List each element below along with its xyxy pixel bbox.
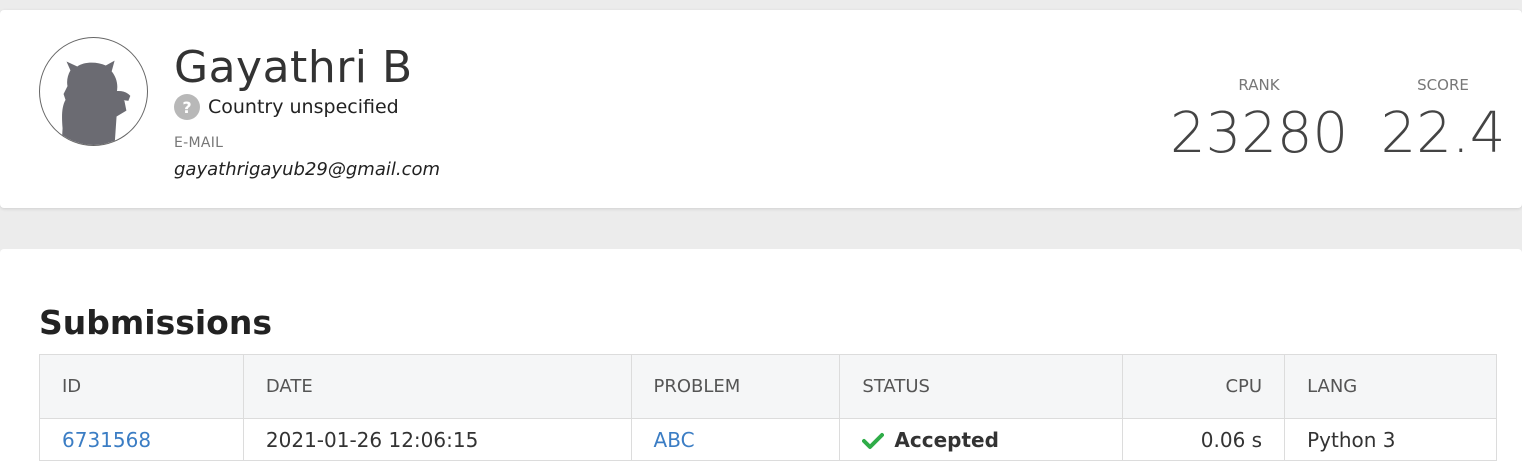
submission-status: Accepted — [894, 427, 999, 452]
score-label: SCORE — [1417, 76, 1469, 94]
question-mark-icon: ? — [174, 94, 200, 120]
table-header-row: ID DATE PROBLEM STATUS CPU LANG — [39, 354, 1497, 419]
submission-problem-cell: ABC — [630, 418, 841, 461]
profile-card: Gayathri B ? Country unspecified E-MAIL … — [0, 10, 1522, 208]
submission-id-link[interactable]: 6731568 — [62, 428, 151, 452]
check-icon — [862, 432, 885, 449]
column-header-date: DATE — [242, 354, 632, 419]
submissions-title: Submissions — [39, 303, 272, 342]
country-row: ? Country unspecified — [174, 94, 399, 120]
table-row: 6731568 2021-01-26 12:06:15 ABC Accepted… — [39, 418, 1497, 461]
email-value: gayathrigayub29@gmail.com — [174, 159, 441, 180]
avatar — [39, 37, 148, 146]
submission-id-cell: 6731568 — [39, 418, 244, 461]
user-name: Gayathri B — [174, 42, 413, 93]
rank-label: RANK — [1238, 76, 1280, 94]
submission-cpu: 0.06 s — [1122, 418, 1286, 461]
cat-silhouette-icon — [61, 60, 131, 145]
column-header-lang: LANG — [1284, 354, 1497, 419]
submission-lang: Python 3 — [1284, 418, 1497, 461]
email-label: E-MAIL — [174, 135, 224, 151]
submission-date: 2021-01-26 12:06:15 — [242, 418, 632, 461]
column-header-status: STATUS — [839, 354, 1124, 419]
score-value: 22.4 — [1380, 101, 1506, 166]
submissions-table: ID DATE PROBLEM STATUS CPU LANG 6731568 … — [39, 354, 1497, 461]
rank-value: 23280 — [1170, 101, 1349, 166]
column-header-cpu: CPU — [1122, 354, 1286, 419]
column-header-id: ID — [39, 354, 244, 419]
problem-link[interactable]: ABC — [654, 428, 695, 452]
column-header-problem: PROBLEM — [630, 354, 841, 419]
submission-status-cell: Accepted — [839, 418, 1124, 461]
country-text: Country unspecified — [208, 96, 399, 118]
submissions-panel: Submissions ID DATE PROBLEM STATUS CPU L… — [0, 249, 1522, 474]
